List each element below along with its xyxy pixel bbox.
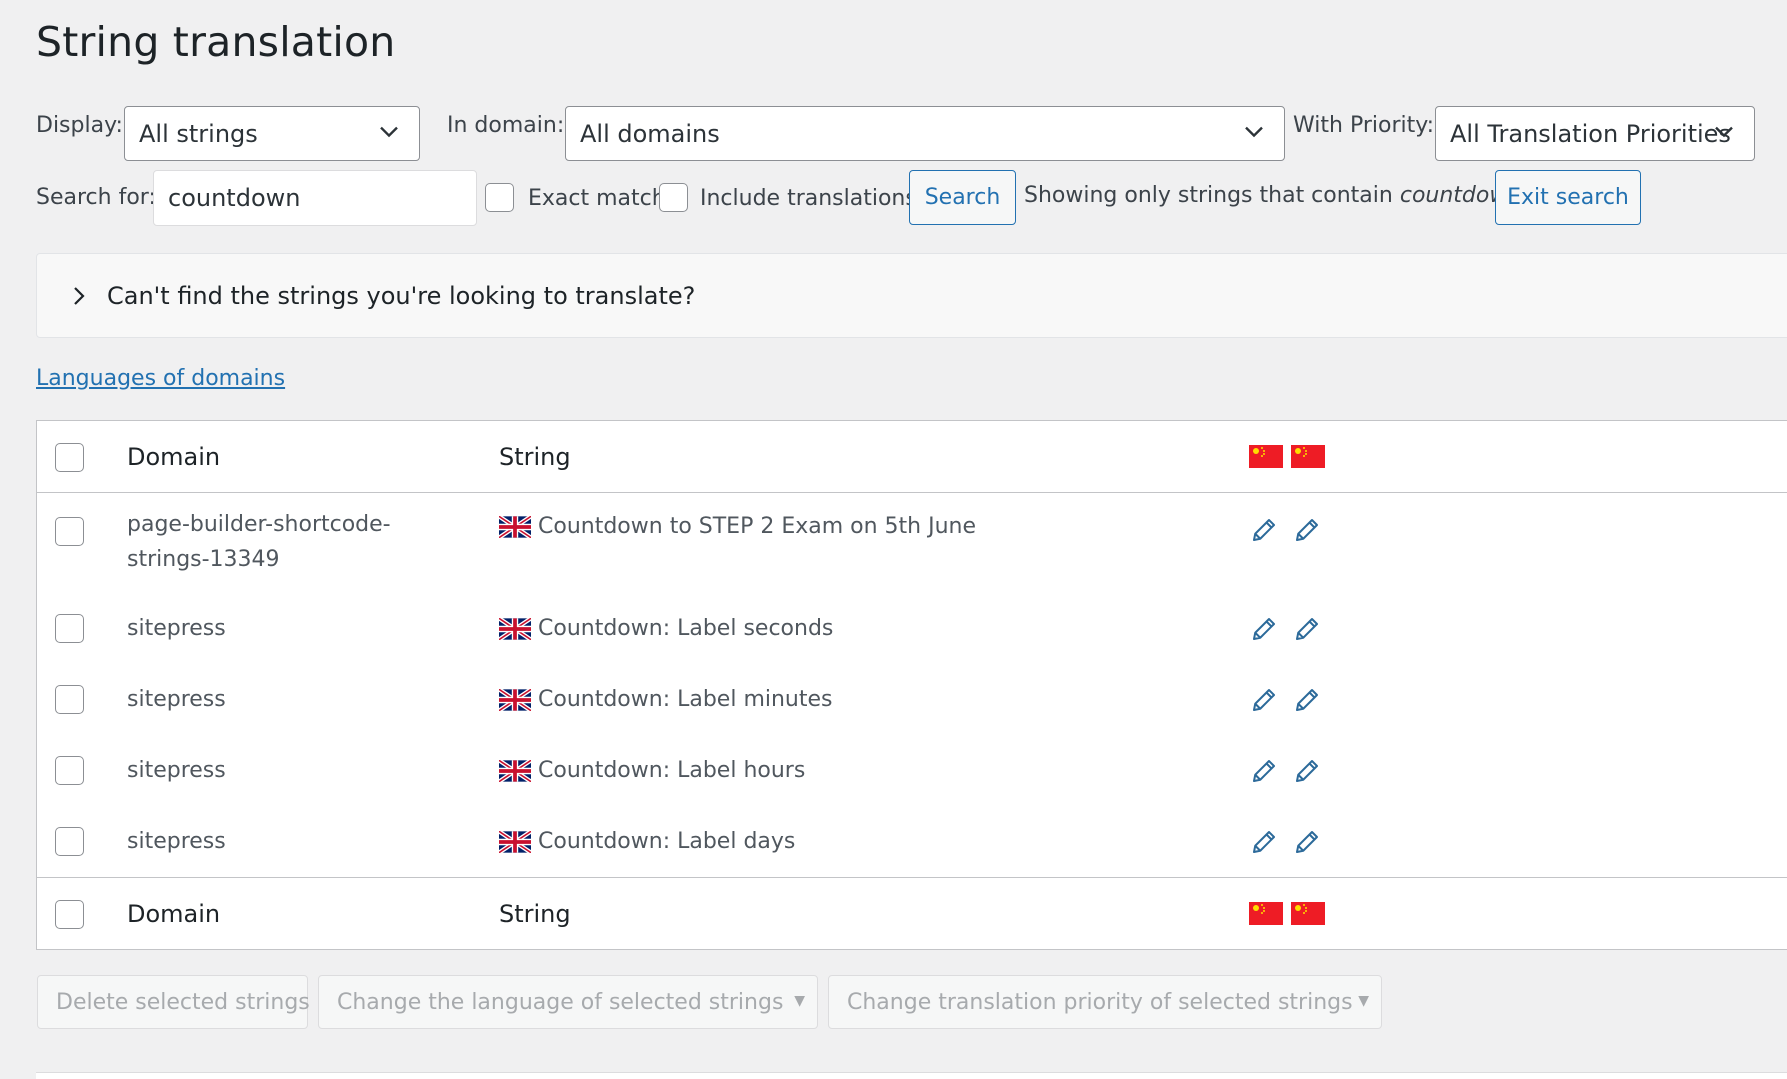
table-footer: Domain String: [37, 877, 1787, 949]
china-flag-icon: [1249, 445, 1283, 468]
row-domain: sitepress: [127, 687, 226, 712]
caret-down-icon: ▼: [1358, 993, 1369, 1010]
row-string: Countdown: Label days: [538, 829, 796, 854]
row-string: Countdown: Label minutes: [538, 687, 833, 712]
row-domain: sitepress: [127, 758, 226, 783]
select-all-checkbox[interactable]: [55, 443, 84, 472]
exact-match-label: Exact match: [528, 186, 666, 211]
china-flag-icon: [1249, 902, 1283, 925]
page-title: String translation: [36, 18, 396, 66]
search-label: Search for:: [36, 185, 156, 210]
row-domain: sitepress: [127, 616, 226, 641]
edit-translation-pencil-icon[interactable]: [1292, 827, 1322, 857]
caret-down-icon: ▼: [794, 993, 805, 1010]
row-checkbox[interactable]: [55, 827, 84, 856]
chevron-right-icon: [74, 286, 85, 305]
display-select-value: All strings: [139, 119, 258, 148]
edit-translation-pencil-icon[interactable]: [1249, 614, 1279, 644]
uk-flag-icon: [499, 830, 531, 853]
languages-of-domains-link[interactable]: Languages of domains: [36, 366, 285, 391]
strings-help-text: Can't find the strings you're looking to…: [107, 281, 696, 310]
uk-flag-icon: [499, 617, 531, 640]
string-translation-page: String translation Display: All strings …: [0, 0, 1787, 1079]
search-notice-prefix: Showing only strings that contain: [1024, 183, 1393, 208]
table-row: page-builder-shortcode-strings-13349 Cou…: [37, 493, 1787, 593]
china-flag-icon: [1291, 445, 1325, 468]
strings-table: Domain String page-builder-shortcode-str…: [36, 420, 1787, 950]
column-footer-domain[interactable]: Domain: [127, 900, 220, 928]
row-string-cell: Countdown to STEP 2 Exam on 5th June: [499, 509, 976, 544]
row-domain: sitepress: [127, 829, 226, 854]
edit-translation-pencil-icon[interactable]: [1249, 515, 1279, 545]
next-panel-edge: [36, 1072, 1787, 1079]
display-label: Display:: [36, 113, 123, 138]
column-header-domain[interactable]: Domain: [127, 443, 220, 471]
edit-translation-pencil-icon[interactable]: [1292, 685, 1322, 715]
table-row: sitepress Countdown: Label seconds: [37, 593, 1787, 664]
edit-translation-pencil-icon[interactable]: [1292, 515, 1322, 545]
row-string-cell: Countdown: Label hours: [499, 753, 805, 788]
priority-select[interactable]: All Translation Priorities: [1435, 106, 1755, 161]
change-language-select[interactable]: Change the language of selected strings …: [318, 975, 818, 1029]
include-translations-checkbox[interactable]: [659, 183, 688, 212]
row-checkbox[interactable]: [55, 756, 84, 785]
uk-flag-icon: [499, 515, 531, 538]
row-string-cell: Countdown: Label days: [499, 824, 795, 859]
display-select[interactable]: All strings: [124, 106, 420, 161]
row-string: Countdown: Label hours: [538, 758, 806, 783]
row-string-cell: Countdown: Label seconds: [499, 611, 833, 646]
china-flag-icon: [1291, 902, 1325, 925]
row-string-cell: Countdown: Label minutes: [499, 682, 833, 717]
change-priority-label: Change translation priority of selected …: [847, 989, 1353, 1015]
chevron-down-icon: [1245, 126, 1263, 137]
uk-flag-icon: [499, 688, 531, 711]
chevron-down-icon: [1715, 126, 1733, 137]
uk-flag-icon: [499, 759, 531, 782]
column-footer-string[interactable]: String: [499, 900, 571, 928]
search-button[interactable]: Search: [909, 170, 1016, 225]
table-header: Domain String: [37, 421, 1787, 493]
edit-translation-pencil-icon[interactable]: [1292, 614, 1322, 644]
edit-translation-pencil-icon[interactable]: [1249, 827, 1279, 857]
strings-help-toggle[interactable]: Can't find the strings you're looking to…: [36, 253, 1787, 338]
table-row: sitepress Countdown: Label days: [37, 806, 1787, 877]
table-row: sitepress Countdown: Label hours: [37, 735, 1787, 806]
delete-selected-button[interactable]: Delete selected strings: [37, 975, 310, 1029]
change-priority-select[interactable]: Change translation priority of selected …: [828, 975, 1382, 1029]
edit-translation-pencil-icon[interactable]: [1249, 685, 1279, 715]
table-row: sitepress Countdown: Label minutes: [37, 664, 1787, 735]
exit-search-button[interactable]: Exit search: [1495, 170, 1641, 225]
domain-select[interactable]: All domains: [565, 106, 1285, 161]
row-checkbox[interactable]: [55, 517, 84, 546]
include-translations-label: Include translations: [700, 186, 917, 211]
row-string: Countdown to STEP 2 Exam on 5th June: [538, 514, 977, 539]
domain-select-value: All domains: [580, 119, 720, 148]
search-input[interactable]: countdown: [153, 170, 477, 226]
row-domain: page-builder-shortcode-strings-13349: [127, 512, 391, 572]
domain-label: In domain:: [447, 113, 565, 138]
row-checkbox[interactable]: [55, 685, 84, 714]
row-string: Countdown: Label seconds: [538, 616, 834, 641]
select-all-checkbox[interactable]: [55, 900, 84, 929]
exact-match-checkbox[interactable]: [485, 183, 514, 212]
priority-select-value: All Translation Priorities: [1450, 119, 1731, 148]
row-checkbox[interactable]: [55, 614, 84, 643]
change-language-label: Change the language of selected strings: [337, 989, 784, 1015]
column-header-string[interactable]: String: [499, 443, 571, 471]
search-notice: Showing only strings that contain countd…: [1024, 183, 1521, 208]
chevron-down-icon: [380, 126, 398, 137]
edit-translation-pencil-icon[interactable]: [1292, 756, 1322, 786]
priority-label: With Priority:: [1293, 113, 1435, 138]
edit-translation-pencil-icon[interactable]: [1249, 756, 1279, 786]
